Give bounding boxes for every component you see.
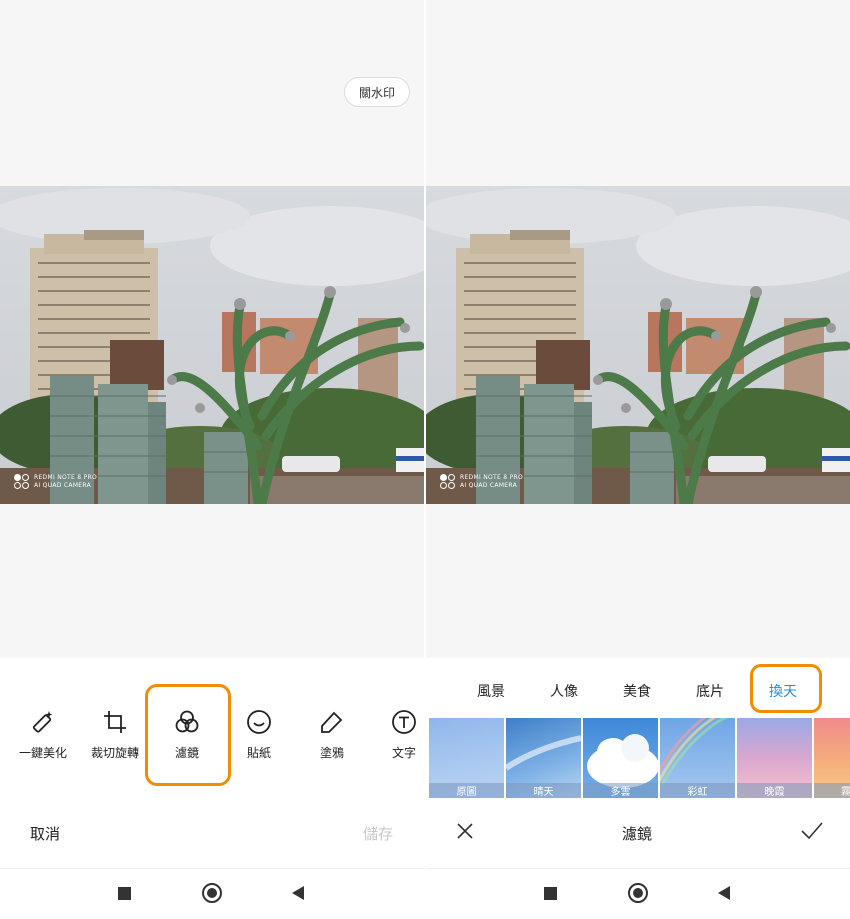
- filter-thumb-label: 彩虹: [660, 783, 735, 798]
- filter-thumb-original[interactable]: 原圖: [429, 718, 504, 798]
- magic-wand-icon: [29, 708, 57, 736]
- panel-title: 濾鏡: [622, 825, 653, 843]
- back-icon[interactable]: [718, 886, 730, 900]
- tool-label: 裁切旋轉: [90, 746, 139, 760]
- filter-thumb-label: 晚霞: [737, 783, 812, 798]
- watermark-line2: AI QUAD CAMERA: [460, 482, 518, 489]
- category-food[interactable]: 美食: [623, 681, 651, 701]
- tool-label: 文字: [391, 746, 416, 760]
- check-icon[interactable]: [800, 820, 824, 840]
- tool-label: 貼紙: [246, 746, 271, 760]
- recents-icon[interactable]: [118, 887, 131, 900]
- back-icon[interactable]: [292, 886, 304, 900]
- action-bar: [0, 800, 424, 868]
- camera-logo-icon: [440, 474, 456, 490]
- sky-replace-highlight-box: [750, 664, 822, 713]
- category-film[interactable]: 底片: [696, 681, 724, 701]
- tool-sticker[interactable]: 貼紙: [224, 708, 294, 761]
- filter-thumb-label: 多雲: [583, 783, 658, 798]
- category-portrait[interactable]: 人像: [550, 681, 578, 701]
- photo-preview: [426, 186, 850, 504]
- sticker-icon: [245, 708, 273, 736]
- tool-auto-beautify[interactable]: 一鍵美化: [8, 708, 78, 761]
- tool-label: 一鍵美化: [18, 746, 67, 760]
- tool-label: 塗鴉: [319, 746, 344, 760]
- camera-watermark: REDMI NOTE 8 PRO AI QUAD CAMERA: [14, 474, 97, 490]
- cancel-button[interactable]: 取消: [30, 823, 60, 844]
- camera-watermark: REDMI NOTE 8 PRO AI QUAD CAMERA: [440, 474, 523, 490]
- camera-logo-icon: [14, 474, 30, 490]
- tool-crop-rotate[interactable]: 裁切旋轉: [80, 708, 150, 761]
- filter-thumb-label: 原圖: [429, 783, 504, 798]
- filter-thumb-label: 霧: [814, 783, 850, 798]
- home-icon[interactable]: [628, 883, 648, 903]
- filter-thumb-sunset-glow[interactable]: 晚霞: [737, 718, 812, 798]
- remove-watermark-button[interactable]: 關水印: [344, 77, 410, 107]
- screen: 關水印 REDMI NOTE 8 PRO AI QUAD CAMERA 一鍵美化…: [0, 0, 850, 919]
- watermark-line2: AI QUAD CAMERA: [34, 482, 92, 489]
- watermark-line1: REDMI NOTE 8 PRO: [34, 474, 98, 481]
- crop-icon: [101, 708, 129, 736]
- filter-highlight-box: [145, 684, 231, 786]
- watermark-line1: REDMI NOTE 8 PRO: [460, 474, 524, 481]
- photo-preview: [0, 186, 424, 504]
- category-landscape[interactable]: 風景: [477, 681, 505, 701]
- filter-thumb-sunny[interactable]: 晴天: [506, 718, 581, 798]
- save-button[interactable]: 儲存: [363, 823, 393, 844]
- filter-thumb-fog[interactable]: 霧: [814, 718, 850, 798]
- editor-panel-right: REDMI NOTE 8 PRO AI QUAD CAMERA 風景 人像 美食…: [426, 0, 850, 919]
- filter-thumb-cloudy[interactable]: 多雲: [583, 718, 658, 798]
- filter-thumb-label: 晴天: [506, 783, 581, 798]
- doodle-icon: [318, 708, 346, 736]
- close-icon[interactable]: [456, 822, 474, 840]
- tool-text[interactable]: 文字: [369, 708, 424, 761]
- recents-icon[interactable]: [544, 887, 557, 900]
- text-icon: [390, 708, 418, 736]
- filter-thumb-rainbow[interactable]: 彩虹: [660, 718, 735, 798]
- home-icon[interactable]: [202, 883, 222, 903]
- tool-doodle[interactable]: 塗鴉: [297, 708, 367, 761]
- editor-panel-left: 關水印 REDMI NOTE 8 PRO AI QUAD CAMERA 一鍵美化…: [0, 0, 424, 919]
